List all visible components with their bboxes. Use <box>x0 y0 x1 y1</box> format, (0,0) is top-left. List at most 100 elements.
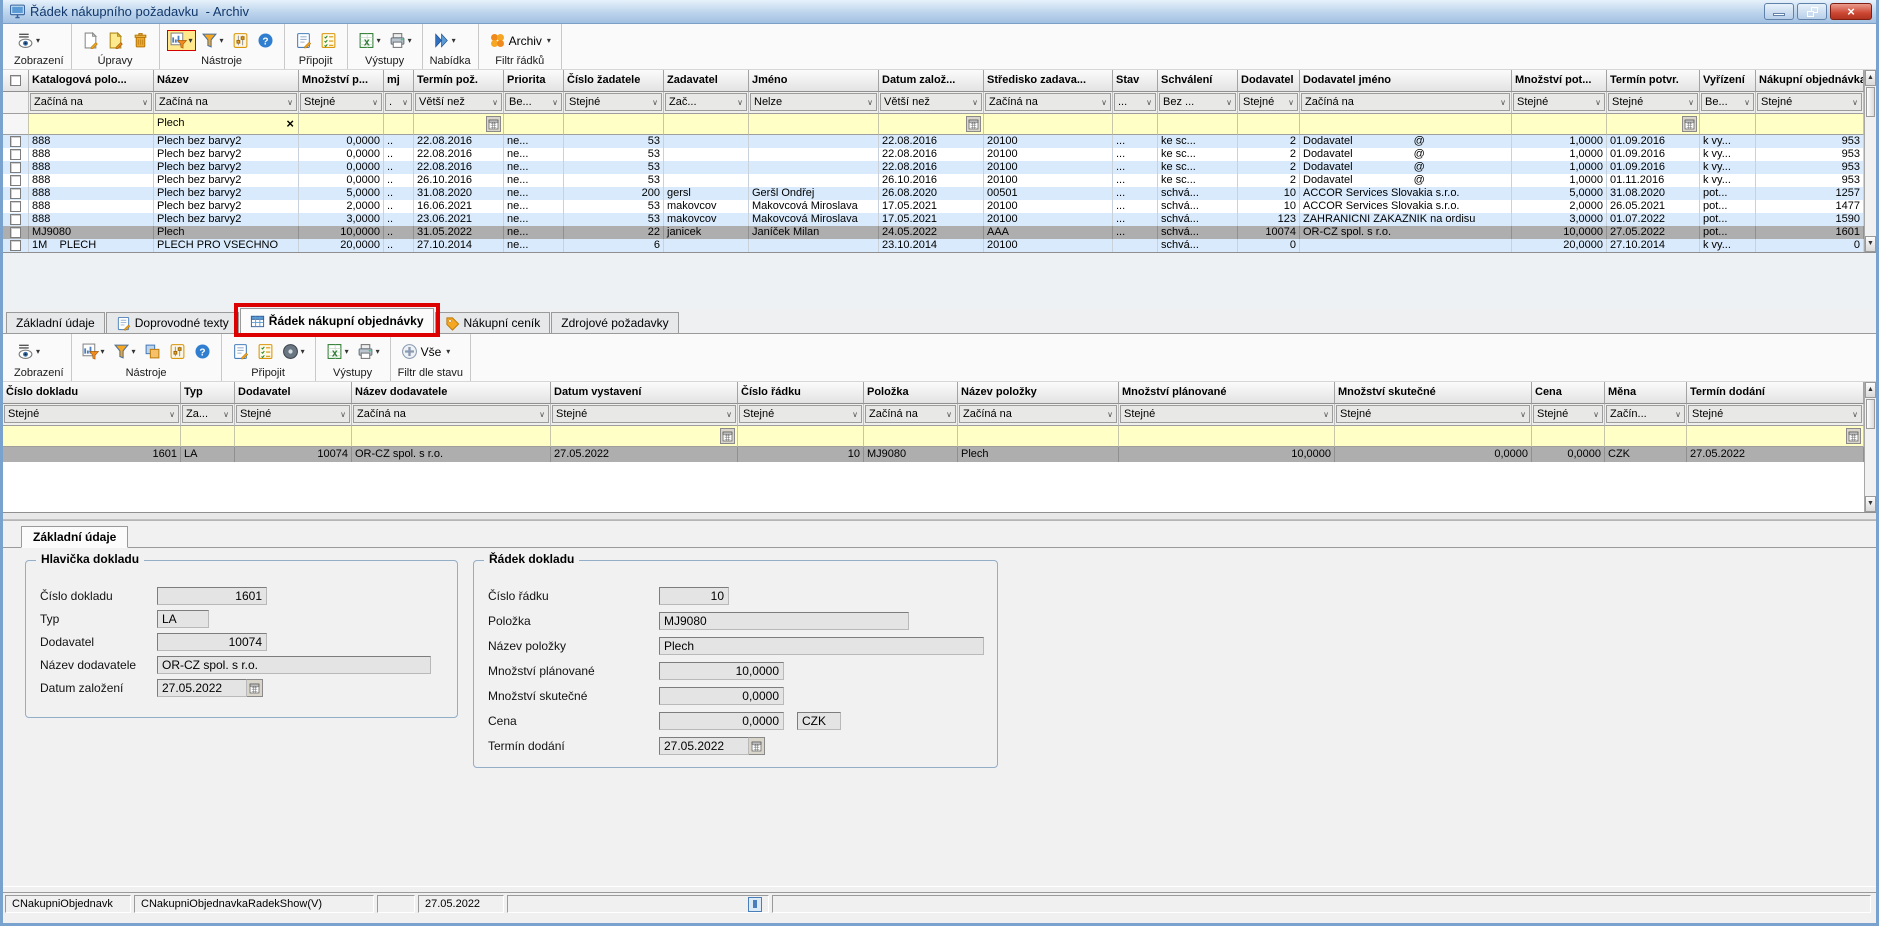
column-header-jm-no[interactable]: Jméno <box>749 70 879 92</box>
table-row[interactable]: 888Plech bez barvy20,0000..22.08.2016ne.… <box>3 161 1864 174</box>
filter-operator-mno-stv-pot[interactable]: Stejné∨ <box>1513 93 1605 111</box>
copy-link-button[interactable] <box>141 341 164 362</box>
checklist-button[interactable] <box>317 30 340 51</box>
column-header-vy-zen[interactable]: Vyřízení <box>1700 70 1756 92</box>
table-row[interactable]: 1M PLECHPLECH PRO VSECHNO20,0000..27.10.… <box>3 239 1864 252</box>
help-button[interactable]: ? <box>191 341 214 362</box>
filter-operator-dodavatel[interactable]: Stejné∨ <box>236 405 350 423</box>
column-header-term-n-po[interactable]: Termín pož. <box>414 70 504 92</box>
column-header-term-n-dod-n[interactable]: Termín dodání <box>1687 382 1864 404</box>
clover-button[interactable]: Archiv▾ <box>486 30 554 51</box>
datum-zalo-en-field[interactable]: 27.05.2022 <box>157 679 247 697</box>
filter-operator-stav[interactable]: ...∨ <box>1114 93 1156 111</box>
column-header-n-zev[interactable]: Název <box>154 70 299 92</box>
filter-input-dodavatel[interactable] <box>235 426 352 447</box>
calendar-icon[interactable] <box>247 679 263 697</box>
tab-zdrojov-po-adavky[interactable]: Zdrojové požadavky <box>551 312 678 333</box>
column-header-typ[interactable]: Typ <box>181 382 235 404</box>
note-button[interactable] <box>292 30 315 51</box>
delete-button[interactable] <box>129 30 152 51</box>
column-header-mno-stv-pl-novan[interactable]: Množství plánované <box>1119 382 1335 404</box>
scroll-down-button[interactable]: ▼ <box>1865 496 1876 512</box>
row-checkbox[interactable] <box>10 149 21 160</box>
filter-input-katalogov-polo[interactable] <box>29 114 154 135</box>
filter-input-slo-adatele[interactable] <box>564 114 664 135</box>
clear-filter-icon[interactable]: × <box>286 115 294 133</box>
slo-dku-field[interactable]: 10 <box>659 587 729 605</box>
filter-input-datum-zalo[interactable] <box>879 114 984 135</box>
mno-stv-skute-n-field[interactable]: 0,0000 <box>659 687 784 705</box>
help-button[interactable]: ? <box>254 30 277 51</box>
filter-input-slo-dokladu[interactable] <box>3 426 181 447</box>
printer-button[interactable]: ▾ <box>386 30 415 51</box>
calendar-icon[interactable] <box>1682 116 1697 132</box>
filter-input-polo-ka[interactable] <box>864 426 958 447</box>
table-row[interactable]: 888Plech bez barvy23,0000..23.06.2021ne.… <box>3 213 1864 226</box>
scroll-up-button[interactable]: ▲ <box>1865 70 1876 86</box>
row-checkbox[interactable] <box>10 201 21 212</box>
tab-n-kupn-cen-k[interactable]: Nákupní ceník <box>435 312 551 333</box>
column-header-slo-adatele[interactable]: Číslo žadatele <box>564 70 664 92</box>
filter-input-m-na[interactable] <box>1605 426 1687 447</box>
filter-input-n-zev[interactable]: Plech× <box>154 114 299 135</box>
column-header-mno-stv-p[interactable]: Množství p... <box>299 70 384 92</box>
table-row[interactable]: 888Plech bez barvy20,0000..22.08.2016ne.… <box>3 135 1864 148</box>
filter-input-typ[interactable] <box>181 426 235 447</box>
row-checkbox[interactable] <box>10 162 21 173</box>
column-header-st-edisko-zadava[interactable]: Středisko zadava... <box>984 70 1113 92</box>
calendar-icon[interactable] <box>749 737 765 755</box>
excel-button[interactable]: x▾ <box>323 341 352 362</box>
calendar-icon[interactable] <box>966 116 981 132</box>
filter-input-schv-len[interactable] <box>1158 114 1238 135</box>
filter-operator-jm-no[interactable]: Nelze∨ <box>750 93 877 111</box>
filter-input-slo-dku[interactable] <box>738 426 864 447</box>
filter-operator-dodavatel[interactable]: Stejné∨ <box>1239 93 1298 111</box>
table-row[interactable]: 1601LA10074OR-CZ spol. s r.o.27.05.20221… <box>3 447 1864 462</box>
filter-operator-datum-zalo[interactable]: Větší než∨ <box>880 93 982 111</box>
column-header-dodavatel-jm-no[interactable]: Dodavatel jméno <box>1300 70 1512 92</box>
filter-operator-slo-dokladu[interactable]: Stejné∨ <box>4 405 179 423</box>
mno-stv-pl-novan-field[interactable]: 10,0000 <box>659 662 784 680</box>
filter-operator-typ[interactable]: Za...∨ <box>182 405 233 423</box>
tab-dek-n-kupn-objedn-vky[interactable]: Řádek nákupní objednávky <box>240 308 434 333</box>
filter-operator-mno-stv-skute-n[interactable]: Stejné∨ <box>1336 405 1530 423</box>
row-checkbox[interactable] <box>10 136 21 147</box>
filter-input-term-n-dod-n[interactable] <box>1687 426 1864 447</box>
filter-input-mno-stv-skute-n[interactable] <box>1335 426 1532 447</box>
filter-operator-priorita[interactable]: Be...∨ <box>505 93 562 111</box>
column-header-dodavatel[interactable]: Dodavatel <box>1238 70 1300 92</box>
media-button[interactable]: ▾ <box>279 341 308 362</box>
filter-input-st-edisko-zadava[interactable] <box>984 114 1113 135</box>
n-zev-dodavatele-field[interactable]: OR-CZ spol. s r.o. <box>157 656 431 674</box>
typ-field[interactable]: LA <box>157 610 209 628</box>
column-header-schv-len[interactable]: Schválení <box>1158 70 1238 92</box>
scroll-thumb[interactable] <box>1866 87 1875 117</box>
filter-input-vy-zen[interactable] <box>1700 114 1756 135</box>
dodavatel-field[interactable]: 10074 <box>157 633 267 651</box>
filter-operator-m-na[interactable]: Začín...∨ <box>1606 405 1685 423</box>
column-header-mno-stv-skute-n[interactable]: Množství skutečné <box>1335 382 1532 404</box>
term-n-dod-n-field[interactable]: 27.05.2022 <box>659 737 749 755</box>
column-header-slo-dokladu[interactable]: Číslo dokladu <box>3 382 181 404</box>
filter-input-jm-no[interactable] <box>749 114 879 135</box>
row-checkbox[interactable] <box>10 175 21 186</box>
filter-input-dodavatel-jm-no[interactable] <box>1300 114 1512 135</box>
filter-operator-dodavatel-jm-no[interactable]: Začíná na∨ <box>1301 93 1510 111</box>
table-row[interactable]: 888Plech bez barvy20,0000..22.08.2016ne.… <box>3 148 1864 161</box>
tab-z-kladn-daje[interactable]: Základní údaje <box>6 312 105 333</box>
column-header-priorita[interactable]: Priorita <box>504 70 564 92</box>
scroll-up-button[interactable]: ▲ <box>1865 382 1876 398</box>
slo-dokladu-field[interactable]: 1601 <box>157 587 267 605</box>
calendar-icon[interactable] <box>720 428 735 444</box>
filter-operator-polo-ka[interactable]: Začíná na∨ <box>865 405 956 423</box>
row-checkbox[interactable] <box>10 188 21 199</box>
column-header-mno-stv-pot[interactable]: Množství pot... <box>1512 70 1607 92</box>
new-document-button[interactable] <box>79 30 102 51</box>
column-header-stav[interactable]: Stav <box>1113 70 1158 92</box>
filter-operator-n-zev-polo-ky[interactable]: Začíná na∨ <box>959 405 1117 423</box>
filter-input-term-n-potvr[interactable] <box>1607 114 1700 135</box>
cena-field[interactable]: 0,0000 <box>659 712 784 730</box>
column-header-datum-vystaven[interactable]: Datum vystavení <box>551 382 738 404</box>
filter-input-mno-stv-pl-novan[interactable] <box>1119 426 1335 447</box>
row-checkbox[interactable] <box>10 240 21 251</box>
